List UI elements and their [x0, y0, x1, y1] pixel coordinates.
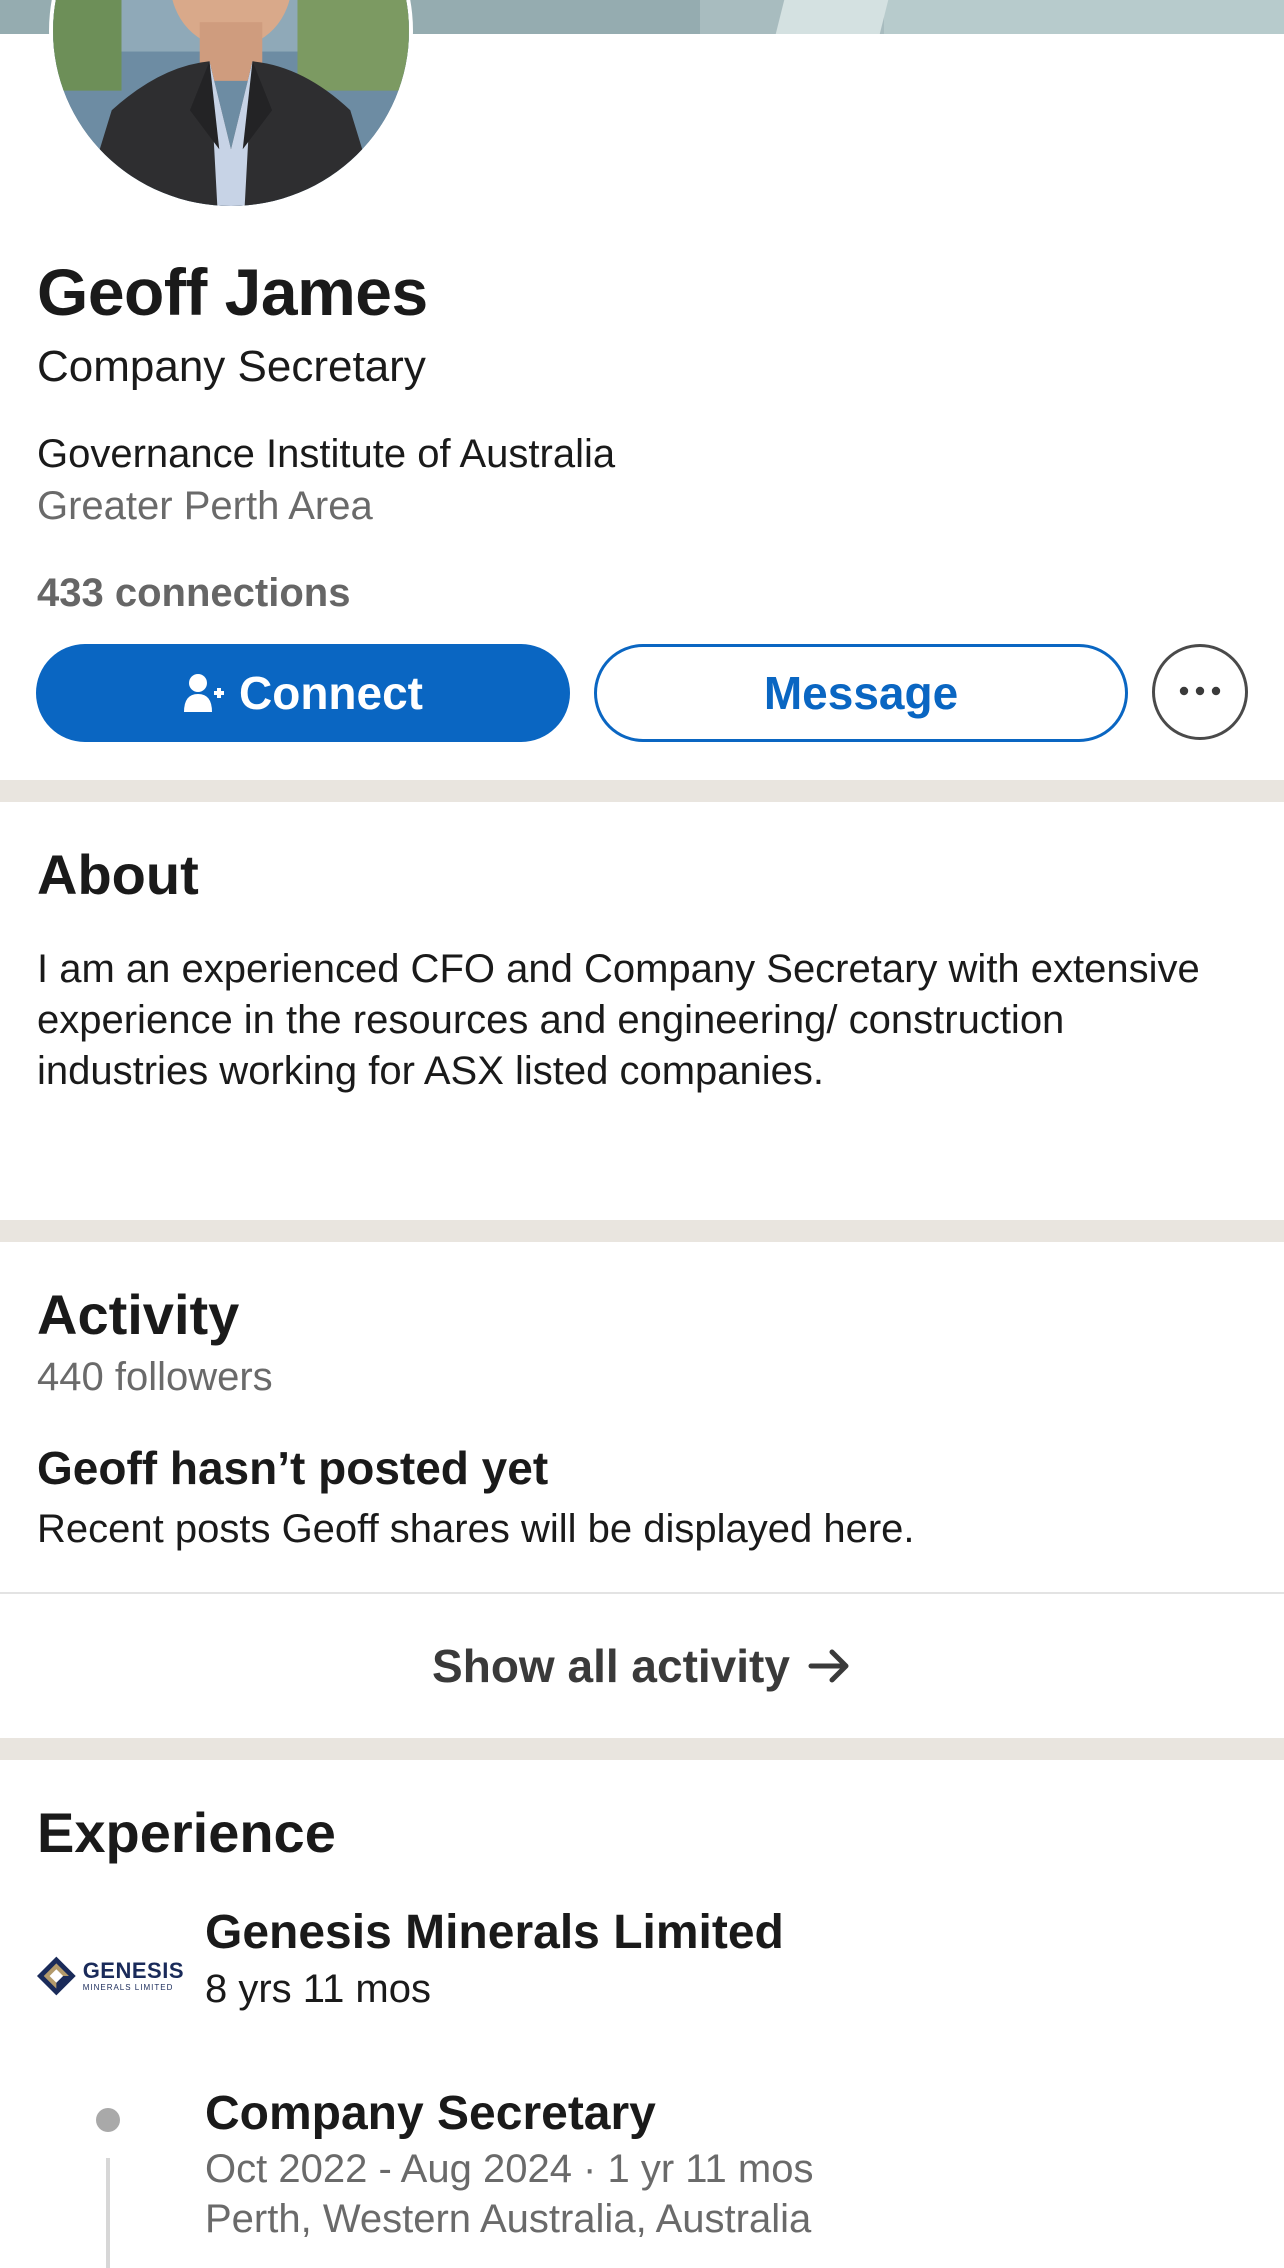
more-actions-button[interactable]	[1152, 644, 1248, 740]
message-button[interactable]: Message	[594, 644, 1128, 742]
experience-role-title[interactable]: Company Secretary	[205, 2084, 656, 2144]
followers-count: 440 followers	[37, 1355, 273, 1399]
show-all-activity-label: Show all activity	[432, 1640, 790, 1692]
no-posts-title: Geoff hasn’t posted yet	[37, 1442, 549, 1494]
logo-subtext: MINERALS LIMITED	[82, 1983, 174, 1992]
profile-page: Geoff James Company Secretary Governance…	[0, 0, 1284, 2268]
experience-role-dates: Oct 2022 - Aug 2024 · 1 yr 11 mos	[205, 2147, 814, 2191]
experience-title: Experience	[37, 1801, 336, 1864]
about-title: About	[37, 843, 199, 906]
no-posts-subtitle: Recent posts Geoff shares will be displa…	[37, 1507, 915, 1551]
profile-avatar[interactable]	[49, 0, 413, 210]
profile-location: Greater Perth Area	[37, 484, 373, 528]
person-add-icon	[183, 672, 225, 714]
experience-role-location: Perth, Western Australia, Australia	[205, 2197, 812, 2241]
profile-name: Geoff James	[37, 255, 428, 329]
message-button-label: Message	[763, 667, 959, 719]
section-divider	[0, 1738, 1284, 1760]
arrow-right-icon	[808, 1646, 852, 1686]
profile-company[interactable]: Governance Institute of Australia	[37, 427, 615, 481]
section-divider	[0, 1220, 1284, 1242]
profile-headline: Company Secretary	[37, 342, 426, 391]
show-all-activity-button[interactable]: Show all activity	[0, 1594, 1284, 1738]
about-text: I am an experienced CFO and Company Secr…	[37, 947, 1200, 1093]
section-divider	[0, 780, 1284, 802]
connections-count[interactable]: 433 connections	[37, 566, 350, 620]
timeline-line	[106, 2158, 110, 2268]
activity-title: Activity	[37, 1283, 240, 1346]
genesis-diamond-icon	[36, 1956, 76, 1996]
logo-name: GENESIS	[82, 1958, 184, 1983]
connect-button[interactable]: Connect	[36, 644, 570, 742]
genesis-logo[interactable]: GENESIS MINERALS LIMITED	[36, 1950, 184, 2002]
more-horizontal-icon	[1179, 683, 1221, 701]
experience-company-duration: 8 yrs 11 mos	[205, 1967, 431, 2011]
timeline-dot	[96, 2108, 120, 2132]
connect-button-label: Connect	[239, 667, 423, 719]
experience-company-name[interactable]: Genesis Minerals Limited	[205, 1903, 784, 1963]
